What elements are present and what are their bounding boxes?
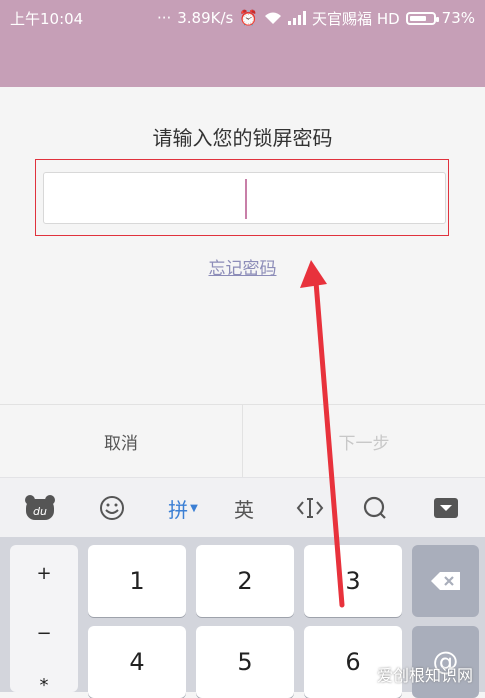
english-mode-button[interactable]: 英	[214, 478, 274, 538]
cursor-move-icon[interactable]	[280, 478, 340, 538]
key-3[interactable]: 3	[304, 545, 402, 617]
battery-percent: 73%	[441, 9, 475, 27]
svg-text:du: du	[33, 505, 47, 518]
dialog-actions: 取消 下一步	[0, 404, 485, 478]
pinyin-mode-button[interactable]: 拼 ▼	[153, 478, 213, 538]
key-1[interactable]: 1	[88, 545, 186, 617]
status-time: 上午10:04	[10, 9, 84, 28]
cancel-button[interactable]: 取消	[0, 405, 243, 478]
baidu-logo-icon[interactable]: du	[10, 478, 70, 538]
battery-icon	[405, 11, 439, 25]
emoji-icon[interactable]	[82, 478, 142, 538]
backspace-icon	[430, 572, 460, 590]
wifi-icon	[265, 12, 282, 24]
status-bar: 上午10:04 ··· 3.89K/s ⏰ 天官赐福 HD 73%	[0, 0, 485, 87]
caret-down-icon: ▼	[190, 502, 198, 514]
english-label: 英	[234, 497, 254, 522]
dialog-title: 请输入您的锁屏密码	[152, 126, 333, 150]
watermark: 爱创根知识网	[376, 666, 473, 685]
status-right: ··· 3.89K/s ⏰ 天官赐福 HD 73%	[157, 8, 475, 29]
key-2[interactable]: 2	[196, 545, 294, 617]
pinyin-label: 拼	[168, 497, 189, 522]
forgot-password-link[interactable]: 忘记密码	[0, 254, 485, 279]
alarm-icon: ⏰	[239, 9, 259, 27]
symbol-key[interactable]: +	[10, 563, 78, 584]
symbol-key[interactable]: *	[10, 675, 78, 696]
network-speed: 3.89K/s	[177, 9, 234, 27]
symbol-key[interactable]: −	[10, 623, 78, 644]
next-step-button[interactable]: 下一步	[243, 405, 485, 478]
notification-dots-icon: ···	[156, 9, 172, 27]
text-caret	[245, 179, 247, 219]
input-highlight-box	[35, 159, 449, 236]
keyboard-toolbar: du 拼 ▼ 英	[0, 477, 485, 538]
backspace-button[interactable]	[412, 545, 479, 617]
search-icon[interactable]	[345, 478, 405, 538]
key-5[interactable]: 5	[196, 626, 294, 698]
key-4[interactable]: 4	[88, 626, 186, 698]
signal-icon	[288, 11, 307, 25]
hide-keyboard-icon[interactable]	[416, 478, 476, 538]
carrier-name: 天官赐福 HD	[312, 9, 400, 28]
lockscreen-password-dialog: 请输入您的锁屏密码 忘记密码 取消 下一步	[0, 87, 485, 478]
password-input[interactable]	[43, 172, 446, 224]
